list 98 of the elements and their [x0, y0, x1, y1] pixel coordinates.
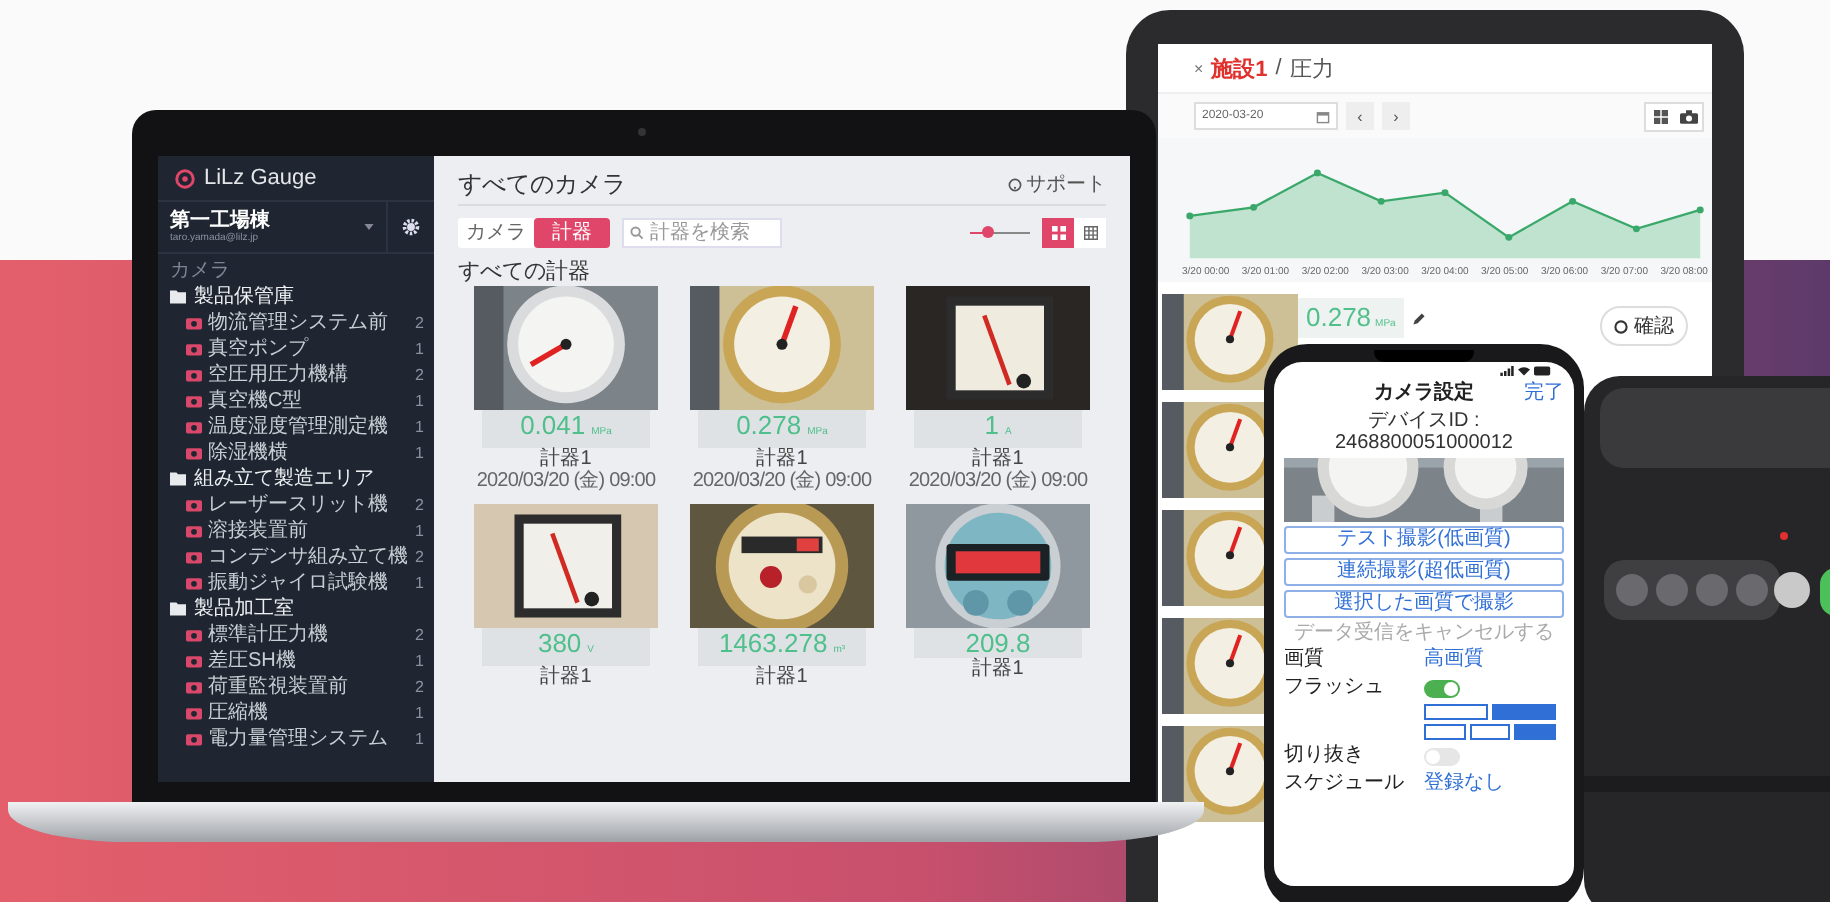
camera-item[interactable]: 圧縮機 1 — [158, 700, 434, 726]
search-icon — [630, 225, 644, 239]
camera-item[interactable]: 電力量管理システム 1 — [158, 726, 434, 752]
search-field[interactable]: 計器を検索 — [622, 217, 782, 247]
camera-item[interactable]: 振動ジャイロ試験機 1 — [158, 570, 434, 596]
calendar-icon — [1316, 109, 1330, 123]
slider-thumb[interactable] — [982, 226, 994, 238]
grid-icon — [1051, 225, 1065, 239]
camera-icon — [186, 498, 202, 512]
phone-notch — [1374, 350, 1474, 362]
camera-icon — [186, 368, 202, 382]
setting-label: 切り抜き — [1284, 744, 1366, 768]
camera-item[interactable]: レーザースリット機 2 — [158, 492, 434, 518]
reading-field: 209.8 — [914, 628, 1082, 658]
camera-item[interactable]: 標準計圧力機 2 — [158, 622, 434, 648]
folder-icon — [170, 472, 186, 486]
help-icon — [1008, 177, 1022, 191]
timestamp: 2020/03/20 (金) 09:00 — [692, 470, 872, 492]
settings-icon[interactable] — [402, 218, 420, 236]
camera-icon — [186, 394, 202, 408]
confirm-button[interactable]: 確認 — [1600, 306, 1688, 346]
support-link[interactable]: サポート — [1008, 170, 1106, 198]
section-label: カメラ — [168, 258, 232, 284]
view-button[interactable] — [1646, 103, 1674, 129]
signal-icon — [1500, 366, 1514, 376]
timestamp: 2020/03/20 (金) 09:00 — [476, 470, 656, 492]
gauge-label: 計器1 — [972, 448, 1024, 470]
close-button[interactable]: × — [1194, 59, 1204, 77]
camera-icon — [186, 576, 202, 590]
logo-text: LiLz Gauge — [204, 166, 317, 190]
page-title: すべてのカメラ — [458, 167, 626, 201]
setting-value[interactable]: 登録なし — [1424, 772, 1504, 796]
timestamp: 2020/03/20 (金) 09:00 — [908, 470, 1088, 492]
view-button[interactable] — [1674, 103, 1702, 129]
done-link[interactable]: 完了 — [1524, 382, 1564, 406]
segment-option[interactable] — [1514, 724, 1557, 740]
folder-item[interactable]: 製品保管庫 — [158, 284, 434, 310]
folder-icon — [170, 290, 186, 304]
segment-option[interactable] — [1424, 724, 1466, 740]
setting-label: スケジュール — [1284, 772, 1406, 796]
breadcrumb-current: 圧力 — [1289, 55, 1334, 83]
camera-item[interactable]: 物流管理システム前 2 — [158, 310, 434, 336]
folder-item[interactable]: 組み立て製造エリア — [158, 466, 434, 492]
camera-icon — [186, 680, 202, 694]
caret-icon — [364, 224, 374, 230]
camera-icon — [186, 628, 202, 642]
gauge-label: 計器1 — [540, 666, 592, 688]
battery-icon — [1534, 366, 1552, 376]
capture-button[interactable]: 選択した画質で撮影 — [1284, 590, 1564, 618]
folder-icon — [170, 602, 186, 616]
nav-button[interactable]: ‹ — [1346, 102, 1374, 130]
camera-icon — [186, 342, 202, 356]
gauge-label: 計器1 — [756, 448, 808, 470]
segment-option[interactable] — [1469, 724, 1511, 740]
section-title: すべての計器 — [458, 258, 592, 286]
camera-item[interactable]: コンデンサ組み立て機 2 — [158, 544, 434, 570]
camera-icon — [186, 446, 202, 460]
logo-icon — [174, 167, 196, 189]
camera-item[interactable]: 温度湿度管理測定機 1 — [158, 414, 434, 440]
camera-icon — [186, 420, 202, 434]
toggle-switch[interactable] — [1424, 747, 1460, 765]
camera-item[interactable]: 空圧用圧力機構 2 — [158, 362, 434, 388]
grid-icon — [1083, 225, 1097, 239]
segment-option[interactable] — [1424, 704, 1488, 720]
tab[interactable]: 計器 — [534, 217, 610, 247]
camera-icon — [186, 316, 202, 330]
camera-icon — [186, 550, 202, 564]
camera-icon — [186, 654, 202, 668]
device-id: デバイスID : 2468800051000012 — [1333, 410, 1515, 454]
folder-item[interactable]: 製品加工室 — [158, 596, 434, 622]
camera-item[interactable]: 除湿機横 1 — [158, 440, 434, 466]
gauge-label: 計器1 — [540, 448, 592, 470]
setting-label: フラッシュ — [1284, 676, 1386, 700]
table-icon — [1653, 109, 1667, 123]
camera-icon — [186, 732, 202, 746]
circle-icon — [1614, 319, 1628, 333]
pencil-icon[interactable] — [1411, 311, 1426, 325]
setting-value[interactable]: 高画質 — [1424, 648, 1484, 672]
camera-item[interactable]: 溶接装置前 1 — [158, 518, 434, 544]
camera-icon — [186, 706, 202, 720]
camera-item[interactable]: 差圧SH機 1 — [158, 648, 434, 674]
nav-button[interactable]: › — [1382, 102, 1410, 130]
wifi-icon — [1518, 366, 1530, 376]
breadcrumb-link[interactable]: 施設1 — [1211, 53, 1268, 83]
setting-label: 画質 — [1284, 648, 1326, 672]
gauge-label: 計器1 — [756, 666, 808, 688]
capture-button[interactable]: テスト撮影(低画質) — [1284, 526, 1564, 554]
gauge-label: 計器1 — [972, 658, 1024, 680]
camera-icon — [186, 524, 202, 538]
webcam-dot — [638, 128, 646, 136]
screen-title: カメラ設定 — [1374, 382, 1474, 406]
camera-item[interactable]: 真空機C型 1 — [158, 388, 434, 414]
toggle-switch[interactable] — [1424, 679, 1460, 697]
breadcrumb-separator: / — [1275, 56, 1282, 80]
camera-icon — [1679, 109, 1697, 123]
camera-item[interactable]: 真空ポンプ 1 — [158, 336, 434, 362]
camera-item[interactable]: 荷重監視装置前 2 — [158, 674, 434, 700]
capture-button[interactable]: 連続撮影(超低画質) — [1284, 558, 1564, 586]
